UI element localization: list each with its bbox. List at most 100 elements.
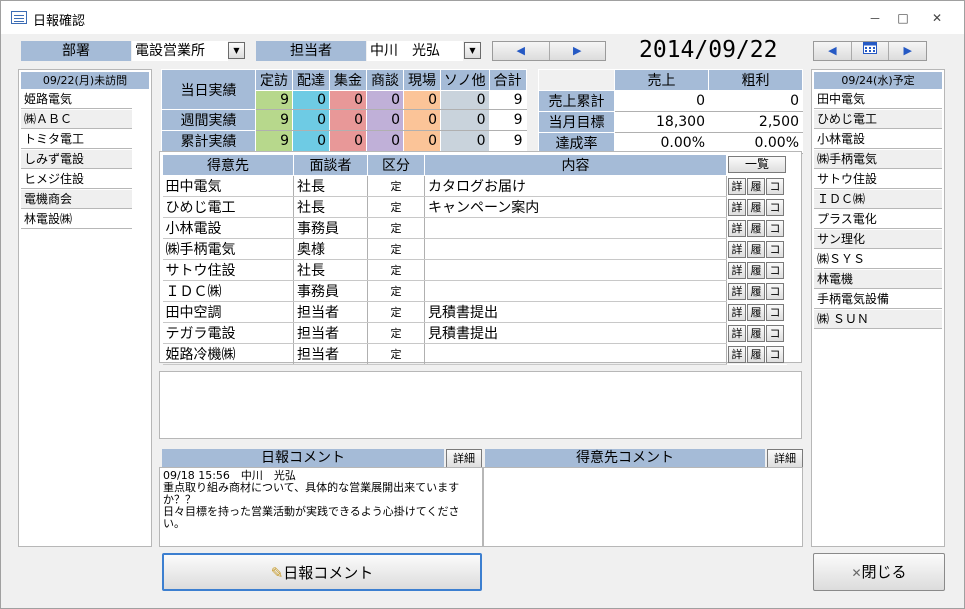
customer-name: 小林電設 [162,217,294,239]
next-day-icon[interactable]: ▶ [548,42,606,60]
next-day-icon[interactable]: ▶ [889,42,926,60]
list-item[interactable]: ㈱ ＳＵＮ [814,310,942,329]
col-header-contact: 面談者 [293,154,368,176]
memo-area[interactable] [159,371,802,439]
history-button[interactable]: 履 [747,303,765,321]
prev-day-icon[interactable]: ◀ [493,42,549,60]
history-button[interactable]: 履 [747,219,765,237]
person-select[interactable]: 中川 光弘 [367,41,463,61]
detail-button[interactable]: 詳 [728,303,746,321]
list-item[interactable]: ＩＤＣ㈱ [814,190,942,209]
detail-button[interactable]: 詳 [728,219,746,237]
history-button[interactable]: 履 [747,177,765,195]
detail-button[interactable]: 詳 [728,261,746,279]
detail-button[interactable]: 詳 [728,324,746,342]
list-item[interactable]: トミタ電工 [21,130,132,149]
comment-button[interactable]: コ [766,177,784,195]
comment-button[interactable]: コ [766,261,784,279]
list-item[interactable]: 電機商会 [21,190,132,209]
detail-button[interactable]: 詳 [728,177,746,195]
stat-cell: 0 [329,90,367,110]
list-item[interactable]: サトウ住設 [814,170,942,189]
chevron-down-icon[interactable]: ▼ [464,42,481,59]
stat-cell: 9 [488,109,527,131]
contact-person: 社長 [293,196,368,218]
daily-comment-box: 09/18 15:56 中川 光弘 重点取り組み商材について、具体的な営業展開出… [159,467,483,547]
visit-kind: 定 [367,301,425,323]
history-button[interactable]: 履 [747,198,765,216]
table-row[interactable]: 姫路冷機㈱ 担当者 定 詳履コ [162,343,787,365]
comment-button[interactable]: コ [766,324,784,342]
daily-comment-detail-button[interactable]: 詳細 [446,449,482,468]
customer-comment-detail-button[interactable]: 詳細 [767,449,803,468]
minimize-button[interactable]: － [861,9,889,27]
right-panel: 09/24(水)予定 田中電気 ひめじ電工 小林電設 ㈱手柄電気 サトウ住設 Ｉ… [811,69,945,547]
history-button[interactable]: 履 [747,345,765,363]
history-button[interactable]: 履 [747,261,765,279]
list-item[interactable]: ㈱手柄電気 [814,150,942,169]
detail-button[interactable]: 詳 [728,240,746,258]
stats-header: 集金 [329,69,367,91]
table-row: 当月目標 18,300 2,500 [538,111,803,133]
history-button[interactable]: 履 [747,324,765,342]
visit-content [424,238,727,260]
chevron-down-icon[interactable]: ▼ [228,42,245,59]
table-row[interactable]: ㈱手柄電気 奥様 定 詳履コ [162,238,787,260]
table-row[interactable]: テガラ電設 担当者 定 見積書提出 詳履コ [162,322,787,344]
dept-select[interactable]: 電設営業所 [132,41,228,61]
maximize-button[interactable]: □ [889,9,917,27]
history-button[interactable]: 履 [747,240,765,258]
list-all-button[interactable]: 一覧 [728,156,786,174]
date-nav-left: ◀ ▶ [492,41,606,61]
calendar-icon[interactable] [850,42,890,60]
detail-button[interactable]: 詳 [728,345,746,363]
detail-button[interactable]: 詳 [728,198,746,216]
table-row[interactable]: ひめじ電工 社長 定 キャンペーン案内 詳履コ [162,196,787,218]
table-row[interactable]: 田中空調 担当者 定 見積書提出 詳履コ [162,301,787,323]
list-item[interactable]: プラス電化 [814,210,942,229]
comment-button[interactable]: コ [766,219,784,237]
list-item[interactable]: 林電機 [814,270,942,289]
stats-header: 現場 [403,69,441,91]
list-item[interactable]: ㈱ＡＢＣ [21,110,132,129]
stat-cell: 0 [403,130,441,152]
contact-person: 社長 [293,175,368,197]
table-row[interactable]: ＩＤＣ㈱ 事務員 定 詳履コ [162,280,787,302]
customer-name: ㈱手柄電気 [162,238,294,260]
list-item[interactable]: ㈱ＳＹＳ [814,250,942,269]
customer-comment-box [483,467,803,547]
customer-list: 得意先 面談者 区分 内容 一覧 田中電気 社長 定 カタログお届け 詳履コ ひ… [159,151,802,365]
comment-button[interactable]: コ [766,303,784,321]
list-item[interactable]: しみず電設 [21,150,132,169]
stat-cell: 0 [366,90,404,110]
list-item[interactable]: サン理化 [814,230,942,249]
list-item[interactable]: ヒメジ住設 [21,170,132,189]
list-item[interactable]: 小林電設 [814,130,942,149]
comment-button[interactable]: コ [766,240,784,258]
detail-button[interactable]: 詳 [728,282,746,300]
close-button[interactable]: ✕閉じる [813,553,945,591]
table-row[interactable]: 田中電気 社長 定 カタログお届け 詳履コ [162,175,787,197]
list-item[interactable]: 手柄電気設備 [814,290,942,309]
list-item[interactable]: ひめじ電工 [814,110,942,129]
prev-day-icon[interactable]: ◀ [814,42,851,60]
comment-button[interactable]: コ [766,345,784,363]
daily-comment-text: 09/18 15:56 中川 光弘 重点取り組み商材について、具体的な営業展開出… [163,469,460,530]
history-button[interactable]: 履 [747,282,765,300]
table-row[interactable]: 小林電設 事務員 定 詳履コ [162,217,787,239]
daily-comment-button[interactable]: ✎日報コメント [162,553,482,591]
list-item[interactable]: 姫路電気 [21,90,132,109]
report-window: 日報確認 － □ ✕ 部署 電設営業所 ▼ 担当者 中川 光弘 ▼ ◀ ▶ 201… [0,0,965,609]
list-item[interactable]: 林電設㈱ [21,210,132,229]
comment-button[interactable]: コ [766,198,784,216]
table-row[interactable]: サトウ住設 社長 定 詳履コ [162,259,787,281]
stat-cell: 0 [366,130,404,152]
comment-button[interactable]: コ [766,282,784,300]
list-item[interactable]: 田中電気 [814,90,942,109]
sales-cell: 18,300 [614,111,709,133]
close-window-button[interactable]: ✕ [923,9,951,27]
stat-cell: 9 [255,109,293,131]
contact-person: 社長 [293,259,368,281]
customer-name: サトウ住設 [162,259,294,281]
stat-cell: 0 [329,109,367,131]
